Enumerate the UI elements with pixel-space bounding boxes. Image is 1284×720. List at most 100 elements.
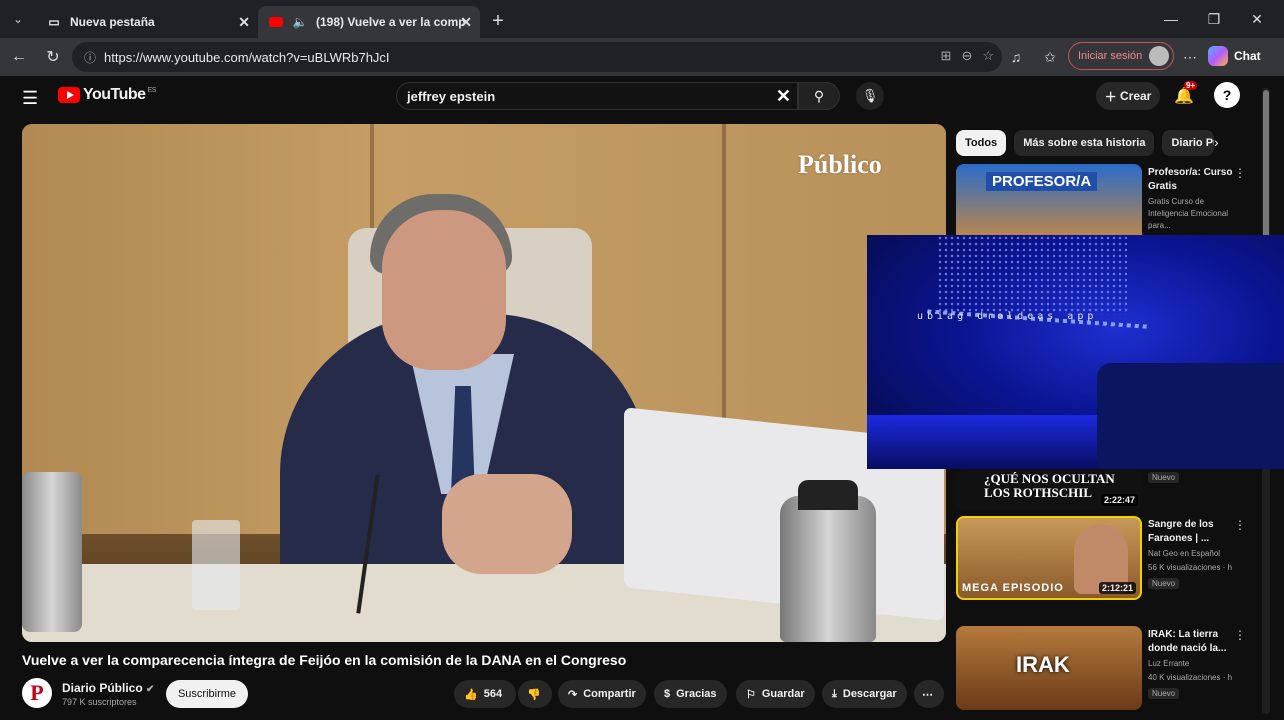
restore-icon[interactable]: ❐ bbox=[1193, 0, 1235, 38]
site-info-icon[interactable]: ⓘ bbox=[84, 49, 96, 66]
share-button[interactable]: ↷ Compartir bbox=[558, 680, 646, 708]
share-icon: ↷ bbox=[568, 688, 578, 701]
channel-avatar[interactable]: P bbox=[22, 678, 52, 708]
media-control-icon[interactable]: ♫ bbox=[1004, 46, 1028, 68]
favorites-icon[interactable]: ✩ bbox=[1038, 46, 1062, 68]
chip-all[interactable]: Todos bbox=[956, 130, 1007, 156]
clear-search-icon[interactable]: ✕ bbox=[776, 86, 791, 107]
tab-label: (198) Vuelve a ver la compare bbox=[316, 15, 466, 29]
favorite-star-icon[interactable]: ☆ bbox=[982, 48, 994, 64]
more-options-icon[interactable]: ⋯ bbox=[1178, 46, 1202, 68]
more-vert-icon[interactable]: ⋮ bbox=[1234, 518, 1246, 532]
tab-actions-menu-icon[interactable]: ⌄ bbox=[0, 0, 36, 38]
voice-search-icon[interactable]: 🎙 bbox=[856, 82, 884, 110]
search-value: jeffrey epstein bbox=[407, 88, 496, 104]
like-count: 564 bbox=[483, 688, 503, 700]
rec-title: Sangre de los Faraones | ... bbox=[1148, 519, 1214, 544]
profile-avatar[interactable]: ? bbox=[1214, 82, 1240, 108]
address-bar[interactable]: ⓘ https://www.youtube.com/watch?v=uBLWRb… bbox=[72, 42, 1002, 72]
dislike-button[interactable]: 👎 bbox=[518, 680, 552, 708]
subscriber-count: 797 K suscriptores bbox=[62, 697, 137, 707]
new-badge: Nuevo bbox=[1148, 472, 1180, 483]
rec-title: Profesor/a: Curso Gratis bbox=[1148, 167, 1233, 192]
chevron-right-icon[interactable]: › bbox=[1214, 134, 1219, 150]
menu-icon[interactable]: ☰ bbox=[22, 88, 38, 109]
youtube-logo[interactable]: YouTube ES bbox=[58, 86, 156, 104]
avatar bbox=[1149, 46, 1169, 66]
youtube-favicon-icon bbox=[268, 14, 284, 30]
video-thumbnail[interactable]: IRAK bbox=[956, 626, 1142, 710]
region-code: ES bbox=[147, 86, 157, 94]
new-badge: Nuevo bbox=[1148, 578, 1180, 589]
video-player[interactable]: Público bbox=[22, 124, 946, 642]
search-icon: ⚲ bbox=[813, 87, 825, 104]
thanks-label: Gracias bbox=[676, 688, 717, 700]
signin-button[interactable]: Iniciar sesión bbox=[1068, 42, 1174, 70]
copilot-chat-button[interactable]: Chat bbox=[1208, 42, 1276, 70]
thanks-button[interactable]: $ Gracias bbox=[654, 680, 727, 708]
video-scene-glass bbox=[192, 520, 240, 610]
overlay-video[interactable]: ubiag droldeas app bbox=[867, 235, 1284, 469]
list-item[interactable]: IRAK IRAK: La tierra donde nació la... L… bbox=[956, 626, 1266, 712]
speaker-icon[interactable]: 🔈 bbox=[292, 14, 308, 30]
notifications-icon[interactable]: 🔔 9+ bbox=[1174, 81, 1198, 106]
back-icon[interactable]: ← bbox=[2, 40, 36, 74]
tab-new-tab[interactable]: ▭ Nueva pestaña ✕ bbox=[36, 6, 258, 38]
download-button[interactable]: ⤓ Descargar bbox=[822, 680, 907, 708]
thumbnail-text: IRAK bbox=[1016, 652, 1070, 677]
chip-more-story[interactable]: Más sobre esta historia bbox=[1014, 130, 1155, 156]
thanks-icon: $ bbox=[664, 688, 671, 700]
logo-text: YouTube bbox=[83, 86, 146, 103]
video-scene-hands bbox=[442, 474, 572, 574]
like-button[interactable]: 👍 564 bbox=[454, 680, 516, 708]
chip-diario-publico[interactable]: Diario Públ bbox=[1162, 130, 1215, 156]
new-tab-button[interactable]: + bbox=[480, 10, 516, 33]
channel-name-text: Diario Público bbox=[62, 681, 143, 695]
list-item[interactable]: ¿QUÉ NOS OCULTAN LOS ROTHSCHIL 2:22:47 N… bbox=[956, 470, 1266, 510]
rec-meta: 56 K visualizaciones · h bbox=[1148, 563, 1233, 572]
publico-watermark: Público bbox=[798, 150, 882, 179]
more-vert-icon[interactable]: ⋮ bbox=[1234, 628, 1246, 642]
subscribe-button[interactable]: Suscribirme bbox=[166, 680, 248, 708]
save-button[interactable]: ⚐ Guardar bbox=[736, 680, 815, 708]
create-button[interactable]: ＋ Crear bbox=[1096, 82, 1160, 110]
rec-meta: Gratis Curso de Inteligencia Emocional p… bbox=[1148, 197, 1229, 230]
close-tab-icon[interactable]: ✕ bbox=[460, 14, 472, 31]
tab-youtube[interactable]: 🔈 (198) Vuelve a ver la compare ✕ bbox=[258, 6, 480, 38]
close-tab-icon[interactable]: ✕ bbox=[238, 14, 250, 31]
video-title: Vuelve a ver la comparecencia íntegra de… bbox=[22, 652, 627, 668]
thumbs-down-icon: 👎 bbox=[527, 688, 541, 701]
rec-channel: Nat Geo en Español bbox=[1148, 549, 1221, 558]
youtube-play-icon bbox=[58, 87, 80, 103]
video-thumbnail[interactable]: MEGA EPISODIO 2:12:21 bbox=[956, 516, 1142, 600]
new-badge: Nuevo bbox=[1148, 688, 1180, 699]
reload-icon[interactable]: ↻ bbox=[36, 40, 70, 74]
verified-icon: ✔ bbox=[146, 684, 155, 695]
page-icon: ▭ bbox=[48, 15, 60, 29]
search-input[interactable]: jeffrey epstein ✕ bbox=[396, 82, 798, 110]
channel-name[interactable]: Diario Público ✔ bbox=[62, 681, 154, 695]
more-icon: ⋯ bbox=[922, 688, 933, 701]
download-icon: ⤓ bbox=[832, 687, 837, 700]
create-label: Crear bbox=[1119, 89, 1152, 103]
overlay-text: ubiag droldeas app bbox=[917, 311, 1098, 322]
search-button[interactable]: ⚲ bbox=[798, 82, 840, 110]
video-scene-thermos bbox=[22, 472, 82, 632]
minimize-icon[interactable]: — bbox=[1150, 0, 1192, 38]
rec-channel: Luz Errante bbox=[1148, 659, 1190, 668]
more-actions-button[interactable]: ⋯ bbox=[914, 680, 944, 708]
chat-label: Chat bbox=[1234, 49, 1261, 63]
rec-title: IRAK: La tierra donde nació la... bbox=[1148, 629, 1227, 654]
more-vert-icon[interactable]: ⋮ bbox=[1234, 166, 1246, 180]
app-available-icon[interactable]: ⊞ bbox=[941, 48, 952, 64]
video-thumbnail[interactable]: ¿QUÉ NOS OCULTAN LOS ROTHSCHIL 2:22:47 bbox=[956, 470, 1142, 510]
download-label: Descargar bbox=[842, 688, 897, 700]
overlay-led-panel bbox=[937, 235, 1127, 315]
rec-meta: 40 K visualizaciones · h bbox=[1148, 673, 1233, 682]
thumbs-up-icon: 👍 bbox=[464, 688, 478, 701]
close-window-icon[interactable]: ✕ bbox=[1236, 0, 1278, 38]
zoom-icon[interactable]: ⊖ bbox=[961, 48, 972, 64]
list-item[interactable]: MEGA EPISODIO 2:12:21 Sangre de los Fara… bbox=[956, 516, 1266, 600]
thumbnail-text: PROFESOR/A bbox=[986, 172, 1098, 191]
browser-tab-bar: ⌄ ▭ Nueva pestaña ✕ 🔈 (198) Vuelve a ver… bbox=[0, 0, 1284, 38]
